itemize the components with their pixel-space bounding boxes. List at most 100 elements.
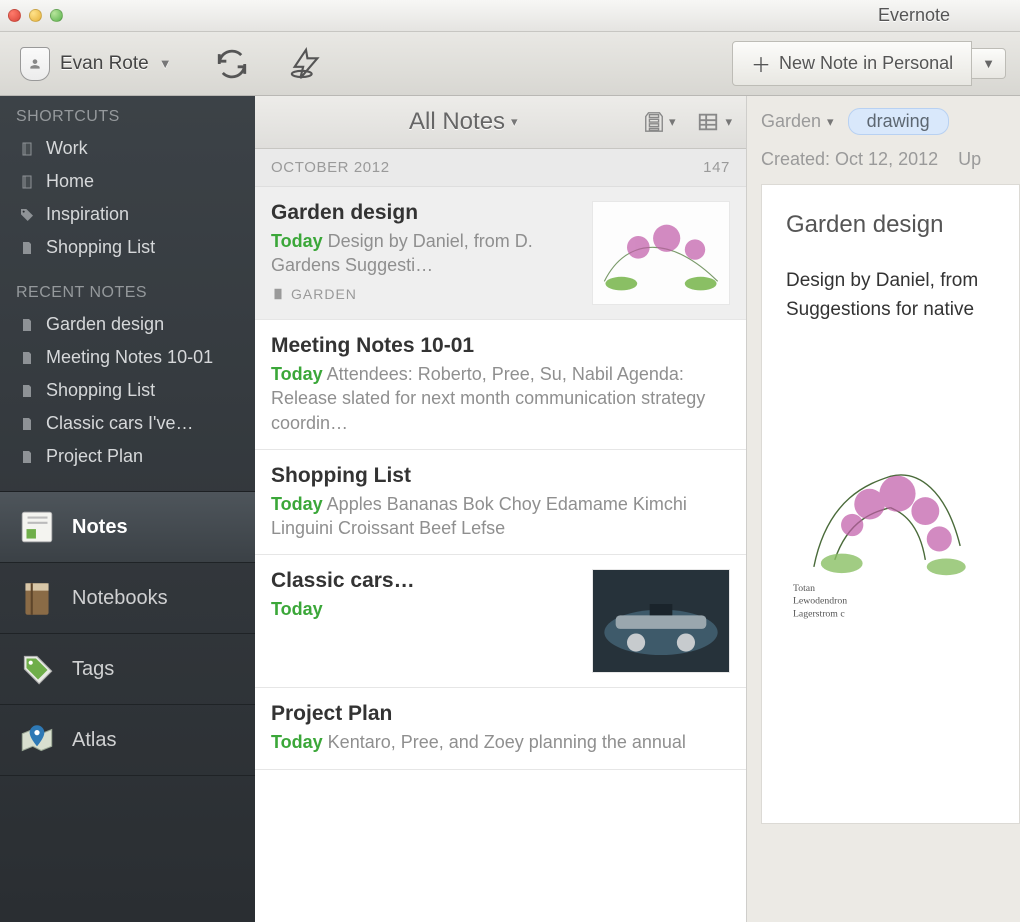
sidebar-shortcut-item[interactable]: Work <box>0 132 255 165</box>
note-list-row[interactable]: Classic cars… Today <box>255 555 746 688</box>
note-list-row[interactable]: Meeting Notes 10-01 Today Attendees: Robe… <box>255 320 746 450</box>
app-title: Evernote <box>0 5 1020 26</box>
note-editor[interactable]: Garden design Design by Daniel, fromSugg… <box>761 184 1020 824</box>
sidebar-recent-item[interactable]: Garden design <box>0 308 255 341</box>
notebook-icon <box>18 140 36 158</box>
main-toolbar: Evan Rote ▼ ＋ New Note in Personal ▼ <box>0 32 1020 96</box>
sidebar-source-label: Notebooks <box>72 587 168 610</box>
sidebar-shortcut-item[interactable]: Inspiration <box>0 198 255 231</box>
note-icon <box>18 415 36 433</box>
note-list-row[interactable]: Garden design Today Design by Daniel, fro… <box>255 187 746 320</box>
sidebar-section-recent: RECENT NOTES <box>0 272 255 308</box>
sync-button[interactable] <box>212 44 252 84</box>
svg-text:Lewodendron: Lewodendron <box>793 596 847 607</box>
sidebar-item-label: Shopping List <box>46 237 155 258</box>
note-row-title: Project Plan <box>271 702 730 726</box>
note-row-snippet: Today Kentaro, Pree, and Zoey planning t… <box>271 730 730 754</box>
sidebar-shortcut-item[interactable]: Home <box>0 165 255 198</box>
new-note-menu-button[interactable]: ▼ <box>972 48 1006 79</box>
view-mode-button[interactable]: ▾ <box>695 111 732 133</box>
activity-button[interactable] <box>286 44 326 84</box>
sidebar-source-label: Notes <box>72 516 128 539</box>
note-row-snippet: Today Attendees: Roberto, Pree, Su, Nabi… <box>271 362 730 435</box>
note-list-row[interactable]: Shopping ListToday Apples Bananas Bok Ch… <box>255 450 746 556</box>
sidebar-item-label: Classic cars I've… <box>46 413 193 434</box>
note-row-title: Classic cars… <box>271 569 580 593</box>
notes-icon <box>16 506 58 548</box>
window-titlebar: Evernote <box>0 0 1020 32</box>
note-row-date: Today <box>271 494 323 514</box>
note-list-toolbar: All Notes ▾ ▾ ▾ <box>255 96 746 149</box>
svg-text:Totan: Totan <box>793 583 815 594</box>
chevron-down-icon: ▼ <box>982 56 995 71</box>
account-name: Evan Rote <box>60 53 149 75</box>
note-icon <box>18 316 36 334</box>
note-row-date: Today <box>271 599 323 619</box>
notebooks-icon <box>16 577 58 619</box>
note-row-tag: GARDEN <box>271 286 357 302</box>
note-list-group-header: OCTOBER 2012 147 <box>255 149 746 187</box>
note-list-row[interactable]: Project Plan Today Kentaro, Pree, and Zoe… <box>255 688 746 769</box>
chevron-down-icon: ▾ <box>827 114 834 130</box>
notebook-icon <box>18 173 36 191</box>
atlas-icon <box>16 719 58 761</box>
close-window-button[interactable] <box>8 9 21 22</box>
sidebar-source-notes[interactable]: Notes <box>0 492 255 563</box>
sidebar-source-notebooks[interactable]: Notebooks <box>0 563 255 634</box>
note-body-text: Design by Daniel, fromSuggestions for na… <box>786 267 995 324</box>
note-scope-selector[interactable]: All Notes ▾ <box>409 108 518 136</box>
sidebar-recent-item[interactable]: Project Plan <box>0 440 255 473</box>
zoom-window-button[interactable] <box>50 9 63 22</box>
sidebar-source-label: Atlas <box>72 729 116 752</box>
new-note-button[interactable]: ＋ New Note in Personal <box>732 41 972 86</box>
new-note-label: New Note in Personal <box>779 53 953 74</box>
sidebar-recent-item[interactable]: Classic cars I've… <box>0 407 255 440</box>
sidebar-recent-item[interactable]: Shopping List <box>0 374 255 407</box>
note-row-thumbnail <box>592 201 730 305</box>
created-date: Created: Oct 12, 2012 <box>761 149 938 170</box>
notebook-selector[interactable]: Garden ▾ <box>761 111 834 132</box>
note-detail-pane: Garden ▾ drawing Created: Oct 12, 2012 U… <box>747 96 1020 922</box>
sidebar-item-label: Project Plan <box>46 446 143 467</box>
sidebar-shortcut-item[interactable]: Shopping List <box>0 231 255 264</box>
note-icon <box>18 448 36 466</box>
chevron-down-icon: ▼ <box>159 56 172 71</box>
note-title: Garden design <box>786 211 995 239</box>
sidebar-source-atlas[interactable]: Atlas <box>0 705 255 776</box>
sidebar-item-label: Home <box>46 171 94 192</box>
note-row-thumbnail <box>592 569 730 673</box>
sidebar-recent-item[interactable]: Meeting Notes 10-01 <box>0 341 255 374</box>
note-tag-chip[interactable]: drawing <box>848 108 949 135</box>
tag-icon <box>18 206 36 224</box>
updated-date: Up <box>958 149 981 170</box>
note-icon <box>18 382 36 400</box>
note-row-snippet: Today Design by Daniel, from D. Gardens … <box>271 229 580 278</box>
note-sketch-image: Totan Lewodendron Lagerstrom c <box>786 342 995 722</box>
note-scope-label: All Notes <box>409 108 505 136</box>
group-count: 147 <box>703 159 730 176</box>
note-row-snippet: Today <box>271 597 580 621</box>
note-list-pane: All Notes ▾ ▾ ▾ OCTOBER 2012 147 Garden … <box>255 96 747 922</box>
sidebar-item-label: Meeting Notes 10-01 <box>46 347 213 368</box>
svg-text:Lagerstrom c: Lagerstrom c <box>793 608 845 619</box>
sidebar-source-tags[interactable]: Tags <box>0 634 255 705</box>
note-row-title: Garden design <box>271 201 580 225</box>
account-shield-icon <box>20 47 50 81</box>
notebook-name: Garden <box>761 111 821 132</box>
tags-icon <box>16 648 58 690</box>
window-controls <box>8 9 63 22</box>
note-icon <box>18 349 36 367</box>
note-icon <box>18 239 36 257</box>
group-date-label: OCTOBER 2012 <box>271 159 390 176</box>
note-row-title: Meeting Notes 10-01 <box>271 334 730 358</box>
minimize-window-button[interactable] <box>29 9 42 22</box>
note-row-date: Today <box>271 231 323 251</box>
account-menu-button[interactable]: Evan Rote ▼ <box>14 43 178 85</box>
tag-label: drawing <box>867 111 930 131</box>
sort-button[interactable]: ▾ <box>643 109 676 135</box>
sidebar-item-label: Inspiration <box>46 204 129 225</box>
sidebar-item-label: Garden design <box>46 314 164 335</box>
sidebar: SHORTCUTS WorkHomeInspirationShopping Li… <box>0 96 255 922</box>
note-row-title: Shopping List <box>271 464 730 488</box>
sidebar-item-label: Shopping List <box>46 380 155 401</box>
